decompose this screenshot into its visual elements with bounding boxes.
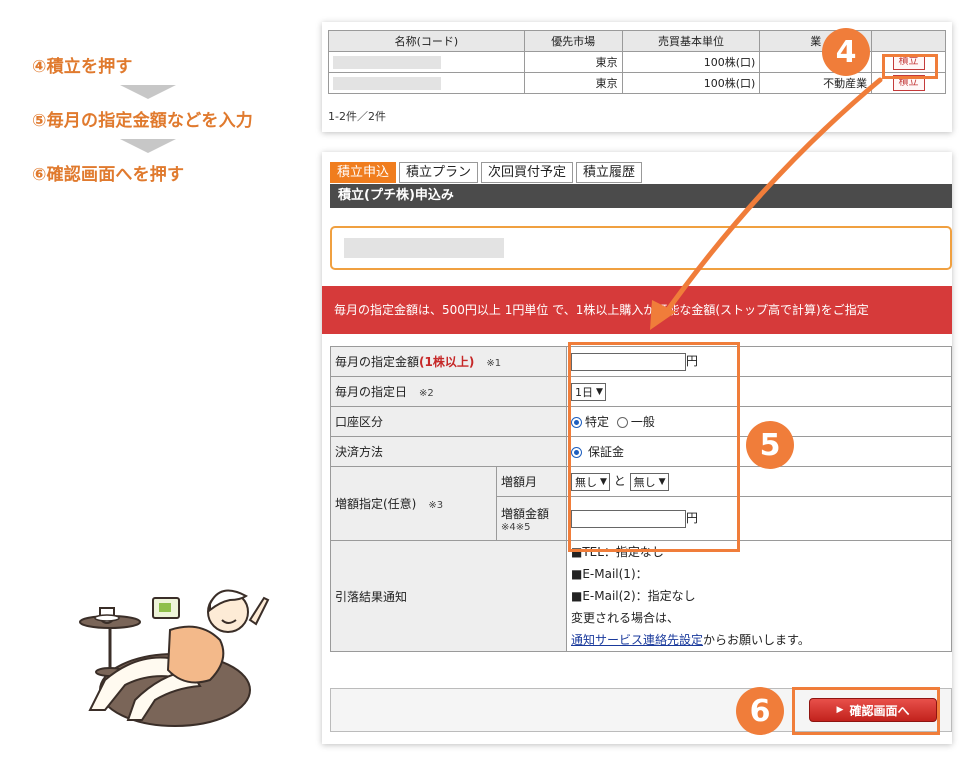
increase-amount-label-cell: 増額金額 ※4※5 bbox=[496, 496, 567, 541]
day-label-cell: 毎月の指定日 ※2 bbox=[330, 376, 567, 407]
instruction-steps: ④積立を押す ⑤毎月の指定金額などを入力 ⑥確認画面へを押す bbox=[32, 52, 312, 185]
step-4-badge: 4 bbox=[822, 28, 870, 76]
unit-cell: 100株(口) bbox=[621, 51, 761, 73]
notify-settings-line: 通知サービス連絡先設定からお願いします。 bbox=[571, 629, 947, 651]
amount-requirement: (1株以上) bbox=[419, 355, 475, 369]
highlight-input-area bbox=[568, 342, 740, 552]
result-count: 1-2件／2件 bbox=[328, 110, 386, 123]
notification-label: 引落結果通知 bbox=[330, 540, 567, 652]
redacted-stock-name bbox=[344, 238, 504, 258]
step-arrow-down-icon bbox=[120, 85, 176, 99]
amount-note: ※1 bbox=[486, 358, 502, 369]
increase-month-label: 増額月 bbox=[496, 466, 567, 497]
market-cell: 東京 bbox=[523, 51, 623, 73]
highlight-tsumitate-button bbox=[882, 54, 938, 79]
notify-change-note: 変更される場合は、 bbox=[571, 611, 680, 625]
increase-label-cell: 増額指定(任意) ※3 bbox=[330, 466, 497, 541]
col-header-market: 優先市場 bbox=[523, 30, 623, 52]
step-6-text: ⑥確認画面へを押す bbox=[32, 165, 185, 185]
redacted-stock-name bbox=[333, 55, 441, 69]
increase-amount-label: 増額金額 bbox=[501, 506, 550, 521]
tab-history[interactable]: 積立履歴 bbox=[576, 162, 643, 183]
step-5-badge: 5 bbox=[746, 421, 794, 469]
day-note: ※2 bbox=[419, 388, 434, 399]
tab-plan[interactable]: 積立プラン bbox=[399, 162, 479, 183]
industry-cell: 不動産業 bbox=[759, 72, 873, 94]
form-title: 積立(プチ株)申込み bbox=[330, 184, 952, 208]
increase-label: 増額指定(任意) bbox=[335, 497, 417, 511]
highlight-confirm-button bbox=[792, 687, 940, 735]
amount-label-cell: 毎月の指定金額(1株以上) ※1 bbox=[330, 346, 567, 377]
selected-stock-box bbox=[330, 226, 952, 270]
increase-amount-note: ※4※5 bbox=[501, 521, 531, 533]
stock-name-cell bbox=[328, 72, 525, 94]
notification-settings-link[interactable]: 通知サービス連絡先設定 bbox=[571, 633, 703, 647]
relaxing-person-illustration bbox=[79, 589, 270, 727]
col-header-name: 名称(コード) bbox=[328, 30, 525, 52]
col-header-action bbox=[871, 30, 946, 52]
stock-name-cell bbox=[328, 51, 525, 73]
amount-notice-banner: 毎月の指定金額は、500円以上 1円単位 で、1株以上購入が可能な金額(ストップ… bbox=[322, 286, 952, 334]
amount-label: 毎月の指定金額 bbox=[335, 355, 420, 369]
form-tabs: 積立申込 積立プラン 次回買付予定 積立履歴 bbox=[330, 162, 643, 183]
step-4-text: ④積立を押す bbox=[32, 57, 133, 77]
tab-next-purchase[interactable]: 次回買付予定 bbox=[481, 162, 574, 183]
col-header-unit: 売買基本単位 bbox=[621, 30, 761, 52]
step-6-badge: 6 bbox=[736, 687, 784, 735]
redacted-stock-name bbox=[333, 76, 441, 90]
day-label: 毎月の指定日 bbox=[335, 385, 408, 399]
account-label: 口座区分 bbox=[330, 406, 567, 437]
step-5-text: ⑤毎月の指定金額などを入力 bbox=[32, 111, 253, 131]
notify-email1: ■E-Mail(1)： bbox=[571, 567, 648, 581]
settlement-label: 決済方法 bbox=[330, 436, 567, 467]
market-cell: 東京 bbox=[523, 72, 623, 94]
notify-settings-suffix: からお願いします。 bbox=[703, 633, 810, 647]
notification-cell: ■TEL：指定なし ■E-Mail(1)： ■E-Mail(2)：指定なし 変更… bbox=[566, 540, 952, 652]
increase-note: ※3 bbox=[428, 500, 444, 511]
table-row: 東京 100株(口) 不動産業 積立 bbox=[328, 72, 946, 94]
step-arrow-down-icon bbox=[120, 139, 176, 153]
notify-email2: ■E-Mail(2)：指定なし bbox=[571, 589, 696, 603]
unit-cell: 100株(口) bbox=[621, 72, 761, 94]
tab-apply[interactable]: 積立申込 bbox=[330, 162, 397, 183]
